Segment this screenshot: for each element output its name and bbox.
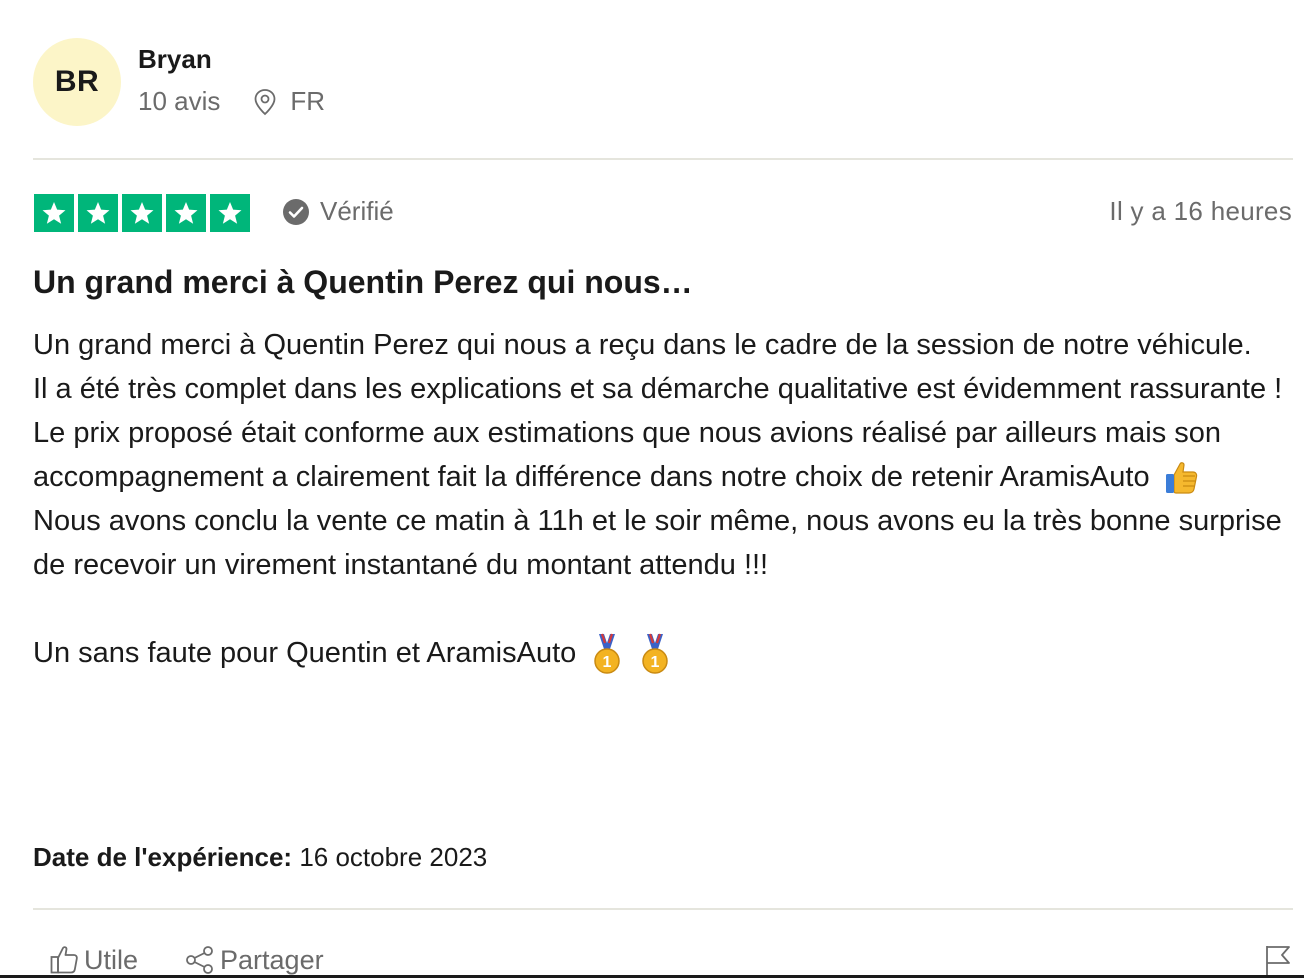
svg-text:1: 1 [651,654,660,671]
divider [33,908,1293,910]
check-circle-icon [283,198,309,225]
review-body: Un grand merci à Quentin Perez qui nous … [33,323,1295,676]
star-rating [34,194,250,232]
review-paragraph: Le prix proposé était conforme aux estim… [33,411,1295,499]
review-text: Le prix proposé était conforme aux estim… [33,417,1222,493]
star-icon [218,201,242,224]
star [78,194,118,232]
share-label: Partager [220,944,324,975]
avatar[interactable]: BR [33,38,121,126]
reviewer-name[interactable]: Bryan [138,44,212,75]
review-count: 10 avis [138,86,221,116]
verified-badge[interactable]: Vérifié [282,196,394,227]
experience-date: Date de l'expérience: 16 octobre 2023 [33,842,487,873]
share-icon [186,946,213,974]
star [210,194,250,232]
experience-value: 16 octobre 2023 [299,842,488,872]
divider [33,158,1293,160]
posted-date: Il y a 16 heures [1109,196,1292,226]
star-icon [174,201,198,224]
avatar-initials: BR [54,65,100,98]
reviewer-meta: 10 avis FR [138,86,325,117]
location-pin-icon [254,88,276,115]
thumbs-up-icon [1165,462,1197,494]
star-icon [42,201,66,224]
verified-label: Vérifié [320,196,394,226]
star-icon [86,201,110,224]
star [34,194,74,232]
star [122,194,162,232]
useful-label: Utile [84,944,139,975]
review-title[interactable]: Un grand merci à Quentin Perez qui nous… [33,264,693,301]
medal-icon: 1 [594,633,621,675]
country-code: FR [290,86,326,116]
flag-icon [1266,946,1290,976]
report-button[interactable] [1264,944,1292,978]
review-paragraph: Il a été très complet dans les explicati… [33,373,1283,405]
star-icon [130,201,154,224]
review-text: Un sans faute pour Quentin et AramisAuto [33,637,577,669]
review-actions: Utile Partager [48,944,370,976]
thumbs-up-outline-icon [50,946,78,974]
review-paragraph: Un sans faute pour Quentin et AramisAuto… [33,631,1295,676]
review-card: BR Bryan 10 avis FR Vérifié Il y a 16 he… [0,0,1304,978]
experience-label: Date de l'expérience: [33,842,293,872]
medal-icon: 1 [642,633,669,675]
review-paragraph: Un grand merci à Quentin Perez qui nous … [33,329,1252,361]
svg-text:1: 1 [603,654,612,671]
review-paragraph: Nous avons conclu la vente ce matin à 11… [33,505,1282,581]
reviewer-location: FR [252,86,325,117]
useful-button[interactable]: Utile [48,944,138,976]
star [166,194,206,232]
share-button[interactable]: Partager [184,944,324,976]
